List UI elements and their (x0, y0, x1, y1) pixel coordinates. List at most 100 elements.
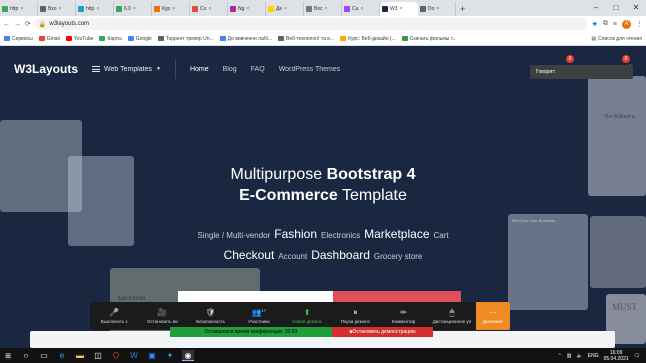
profile-avatar[interactable]: A (622, 19, 631, 29)
browser-tab[interactable]: Кур × (152, 2, 190, 16)
zoom-control-mic[interactable]: 🎤 Выключить з (90, 308, 138, 324)
site-logo[interactable]: W3Layouts (14, 62, 78, 76)
hero-tag[interactable]: Account (278, 252, 307, 261)
bookmark-item[interactable]: Веб-технології та в... (278, 36, 334, 42)
reload-icon[interactable]: ⟳ (25, 20, 31, 28)
browser-tab[interactable]: 6.0 × (114, 2, 152, 16)
tray-chevron-icon[interactable]: ⌃ (558, 353, 562, 359)
star-icon[interactable]: ★ (592, 20, 598, 28)
camera-icon: 🎥 (157, 308, 168, 317)
zoom-control-camera[interactable]: 🎥 Остановить ви (138, 308, 186, 324)
back-icon[interactable]: ← (3, 21, 10, 28)
tags-row-2: Checkout Account Dashboard Grocery store (0, 245, 646, 266)
bookmark-item[interactable]: Google (127, 36, 152, 42)
zoom-app-icon[interactable]: ▣ (146, 350, 158, 361)
bookmark-item[interactable]: Gmail (38, 36, 60, 42)
tab-close-icon[interactable]: × (400, 6, 403, 12)
notifications-icon[interactable]: 🗨 (634, 353, 640, 359)
clock[interactable]: 16:09 05.04.2021 (604, 350, 629, 362)
remote-control-icon: 🖱 (449, 308, 455, 317)
zoom-control-more[interactable]: ⋯ Дополнит (476, 302, 510, 330)
tab-close-icon[interactable]: × (20, 6, 23, 12)
hero-tag[interactable]: Electronics (321, 231, 360, 240)
system-tray: ⌃ ▥ 🔈 ENG 16:09 05.04.2021 🗨 (558, 350, 646, 362)
hero-tag[interactable]: Cart (434, 231, 449, 240)
edge-icon[interactable]: e (56, 350, 68, 361)
browser-tab[interactable]: Do × (418, 2, 456, 16)
zoom-control-pause[interactable]: ⏸ Пауза демонс (331, 308, 379, 324)
address-bar[interactable]: 🔒 w3layouts.com (34, 18, 588, 30)
zoom-control-bar: 🎤 Выключить з 🎥 Остановить ви 🛡 Безопасность 👥… (90, 302, 510, 330)
tab-close-icon[interactable]: × (436, 6, 439, 12)
bookmark-favicon-icon (4, 36, 10, 41)
nav-blog[interactable]: Blog (223, 66, 237, 73)
network-icon[interactable]: ▥ (567, 353, 572, 359)
close-icon[interactable]: ✕ (626, 0, 646, 16)
browser-tab[interactable]: W3 × (380, 2, 418, 16)
hero-tag[interactable]: Marketplace (364, 227, 429, 241)
menu-kebab-icon[interactable]: ⋮ (636, 20, 643, 28)
lock-icon: 🔒 (38, 21, 47, 28)
browser-tab[interactable]: Boc × (304, 2, 342, 16)
browser-tab[interactable]: Co × (190, 2, 228, 16)
bookmark-item[interactable]: Сервисы (4, 36, 33, 42)
nav-home[interactable]: Home (190, 66, 209, 73)
tab-title: Ca (352, 6, 359, 12)
tab-close-icon[interactable]: × (133, 6, 136, 12)
volume-icon[interactable]: 🔈 (577, 353, 583, 359)
hero-tag[interactable]: Dashboard (311, 248, 370, 262)
opera-icon[interactable]: O (110, 350, 122, 361)
web-templates-menu[interactable]: Web Templates ▼ (92, 66, 161, 73)
tab-close-icon[interactable]: × (246, 6, 249, 12)
hero-tag[interactable]: Grocery store (374, 252, 422, 261)
hero-tag[interactable]: Checkout (224, 248, 275, 262)
windows-start-icon[interactable]: ⊞ (2, 350, 14, 361)
stop-share-button[interactable]: Остановить демонстрацию (332, 327, 433, 337)
tab-close-icon[interactable]: × (325, 6, 328, 12)
reading-icon[interactable]: ≡ (613, 21, 617, 28)
nav-faq[interactable]: FAQ (251, 66, 265, 73)
vscode-icon[interactable]: ✦ (164, 350, 176, 361)
zoom-control-pen[interactable]: ✏ Комментир (380, 308, 428, 324)
new-tab-icon[interactable]: + (460, 2, 465, 16)
word-icon[interactable]: W (128, 350, 140, 361)
tab-close-icon[interactable]: × (59, 6, 62, 12)
tab-close-icon[interactable]: × (360, 6, 363, 12)
nav-wordpress-themes[interactable]: WordPress Themes (279, 66, 341, 73)
search-taskbar-icon[interactable]: ○ (20, 350, 32, 361)
hero-tag[interactable]: Single / Multi-vendor (197, 231, 270, 240)
maximize-icon[interactable]: □ (606, 0, 626, 16)
taskview-icon[interactable]: ▭ (38, 350, 50, 361)
browser-tab[interactable]: Де × (266, 2, 304, 16)
zoom-control-label: Дополнит (482, 319, 504, 324)
zoom-control-remote-control[interactable]: 🖱 Дистанционное уп (428, 308, 476, 324)
language-indicator[interactable]: ENG (588, 353, 599, 359)
minimize-icon[interactable]: – (586, 0, 606, 16)
explorer-icon[interactable]: ▬ (74, 350, 86, 361)
bookmark-item[interactable]: Курс: Веб-дизайн (... (340, 36, 396, 42)
forward-icon[interactable]: → (14, 21, 21, 28)
tab-close-icon[interactable]: × (284, 6, 287, 12)
browser-tab[interactable]: Вхо × (38, 2, 76, 16)
bookmark-item[interactable]: Карты (99, 36, 122, 42)
browser-tab[interactable]: Ca × (342, 2, 380, 16)
extension-icon[interactable]: ⧉ (603, 20, 608, 28)
bookmark-item[interactable]: Торрент трекер Un... (157, 36, 214, 42)
browser-tab[interactable]: http × (0, 2, 38, 16)
browser-tab[interactable]: Ng × (228, 2, 266, 16)
bookmark-item[interactable]: YouTube (65, 36, 93, 42)
bookmark-item[interactable]: Скачать фильмы т... (401, 36, 457, 42)
zoom-control-participants[interactable]: 👥 17 Участники (235, 308, 283, 324)
tab-close-icon[interactable]: × (96, 6, 99, 12)
bookmark-item[interactable]: До вивчення лабі... (219, 36, 272, 42)
chrome-icon[interactable]: ◉ (182, 350, 194, 361)
zoom-control-share[interactable]: ⬆ Новая демонс (283, 308, 331, 324)
tab-close-icon[interactable]: × (208, 6, 211, 12)
zoom-control-shield[interactable]: 🛡 Безопасность (187, 308, 235, 324)
tab-close-icon[interactable]: × (172, 6, 175, 12)
browser-tab[interactable]: http × (76, 2, 114, 16)
store-icon[interactable]: ◫ (92, 350, 104, 361)
reading-list[interactable]: ▤ Список для чтения (591, 36, 642, 42)
hero-tag[interactable]: Fashion (274, 227, 317, 241)
hero-tags: Single / Multi-vendor Fashion Electronics M… (0, 224, 646, 266)
